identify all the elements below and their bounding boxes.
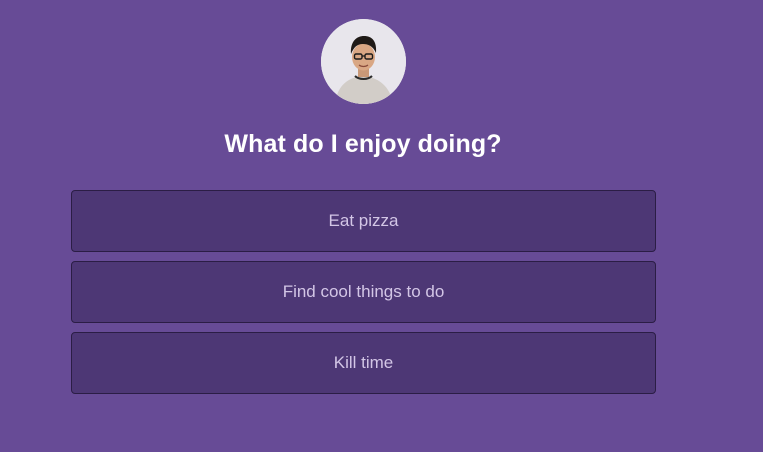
- answer-option-eat-pizza[interactable]: Eat pizza: [71, 190, 656, 252]
- avatar: [321, 19, 406, 104]
- answer-options: Eat pizza Find cool things to do Kill ti…: [71, 190, 656, 403]
- answer-option-kill-time[interactable]: Kill time: [71, 332, 656, 394]
- answer-option-find-cool-things[interactable]: Find cool things to do: [71, 261, 656, 323]
- quiz-page: What do I enjoy doing? Eat pizza Find co…: [0, 0, 763, 452]
- question-title: What do I enjoy doing?: [224, 130, 502, 158]
- profile-photo-icon: [321, 19, 406, 104]
